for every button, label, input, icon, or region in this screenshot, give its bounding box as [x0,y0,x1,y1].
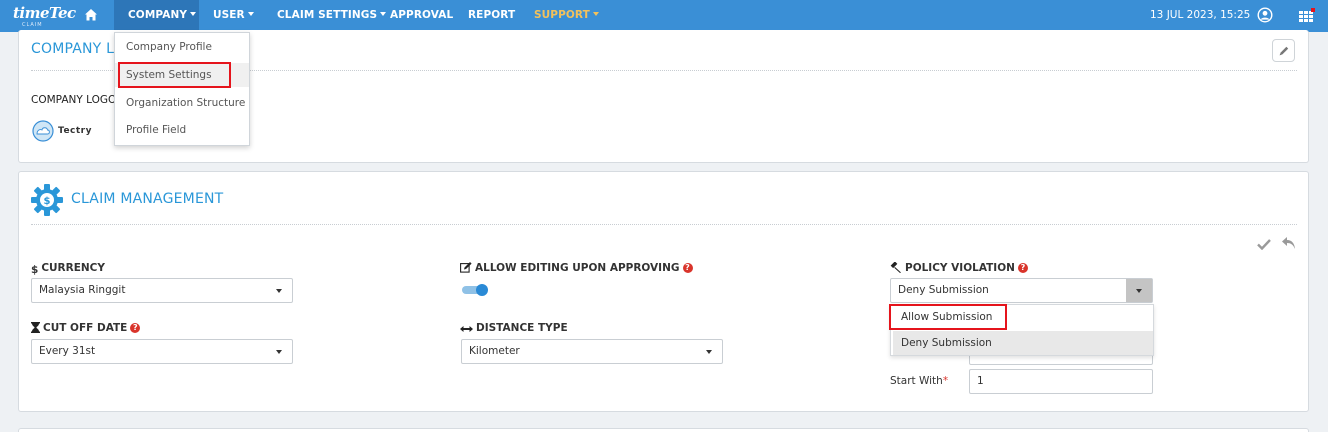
start-with-label: Start With* [890,375,948,387]
distance-label: DISTANCE TYPE [460,322,568,334]
nav-approval-label: APPROVAL [390,9,454,21]
user-profile-icon[interactable] [1257,7,1273,23]
option-deny-submission[interactable]: Deny Submission [893,331,1153,355]
cutoff-value: Every 31st [39,345,96,357]
nav-report[interactable]: REPORT [468,0,515,32]
allow-editing-toggle[interactable] [462,284,488,296]
toggle-knob [476,284,488,296]
highlight-box [889,304,1007,330]
menu-organization-structure[interactable]: Organization Structure [115,91,249,115]
hourglass-icon [31,322,40,333]
apps-grid-icon[interactable] [1299,8,1315,22]
company-logo-label: COMPANY LOGO [31,94,117,106]
app-logo[interactable]: timeTec CLAIM [10,3,76,29]
allow-editing-label-text: ALLOW EDITING UPON APPROVING [475,262,680,274]
chevron-down-icon [276,350,282,354]
distance-type-select[interactable]: Kilometer [461,339,723,364]
edit-square-icon [460,262,472,273]
chevron-down-icon [592,12,599,16]
nav-user-label: USER [213,9,245,21]
gavel-icon [890,262,901,273]
cutoff-label: CUT OFF DATE? [31,322,141,334]
save-check-icon[interactable] [1257,238,1271,250]
required-mark: * [942,375,949,387]
policy-violation-label-text: POLICY VIOLATION [905,262,1015,274]
highlight-box [118,62,231,88]
cutoff-label-text: CUT OFF DATE [43,322,128,334]
logo-text: timeTec [13,4,76,22]
currency-label-text: CURRENCY [41,262,105,274]
arrows-horizontal-icon [460,326,473,332]
cutoff-date-select[interactable]: Every 31st [31,339,293,364]
chevron-down-icon [380,12,387,16]
nav-company[interactable]: COMPANY [114,0,199,32]
company-logo-brand-text: Tectry [58,126,92,136]
nav-claim-settings[interactable]: CLAIM SETTINGS [277,0,387,32]
svg-text:$: $ [44,196,51,207]
policy-violation-label: POLICY VIOLATION? [890,262,1028,274]
dollar-icon: $ [31,264,39,276]
divider [31,224,1297,225]
distance-value: Kilometer [469,345,520,357]
policy-violation-select[interactable]: Deny Submission [890,278,1153,303]
company-logo-icon [32,120,54,142]
edit-button[interactable] [1272,39,1295,62]
chevron-down-icon [1136,289,1142,293]
help-icon[interactable]: ? [130,323,141,333]
gear-dollar-icon: $ [31,184,63,216]
select-arrow-box[interactable] [1126,279,1152,302]
claim-management-title: CLAIM MANAGEMENT [71,191,224,207]
menu-company-profile[interactable]: Company Profile [115,35,249,59]
company-logo-title: COMPANY LO [31,41,125,57]
company-dropdown-menu: Company Profile System Settings Organiza… [114,32,250,146]
pencil-icon [1279,46,1289,56]
start-with-input[interactable]: 1 [969,369,1153,394]
next-panel [18,428,1309,432]
help-icon[interactable]: ? [682,263,693,273]
nav-support[interactable]: SUPPORT [534,0,599,32]
chevron-down-icon [706,350,712,354]
top-navbar: timeTec CLAIM COMPANY USER CLAIM SETTING… [0,0,1328,32]
undo-icon[interactable] [1281,236,1297,250]
menu-profile-field[interactable]: Profile Field [115,118,249,142]
current-datetime: 13 JUL 2023, 15:25 [1150,9,1251,21]
distance-label-text: DISTANCE TYPE [476,322,568,334]
start-with-value: 1 [977,375,984,387]
help-icon[interactable]: ? [1017,263,1028,273]
allow-editing-label: ALLOW EDITING UPON APPROVING? [460,262,693,274]
chevron-down-icon [190,12,197,16]
policy-violation-value: Deny Submission [898,284,989,296]
chevron-down-icon [276,289,282,293]
nav-company-label: COMPANY [128,9,188,21]
nav-support-label: SUPPORT [534,9,590,21]
chevron-down-icon [247,12,254,16]
currency-value: Malaysia Ringgit [39,284,126,296]
nav-user[interactable]: USER [213,0,254,32]
currency-select[interactable]: Malaysia Ringgit [31,278,293,303]
company-logo-image [32,120,56,142]
currency-label: $ CURRENCY [31,262,105,276]
logo-subtext: CLAIM [22,22,43,28]
home-icon[interactable] [84,8,98,22]
start-with-label-text: Start With [890,375,943,387]
nav-claim-settings-label: CLAIM SETTINGS [277,9,378,21]
nav-approval[interactable]: APPROVAL [390,0,453,32]
nav-report-label: REPORT [468,9,516,21]
